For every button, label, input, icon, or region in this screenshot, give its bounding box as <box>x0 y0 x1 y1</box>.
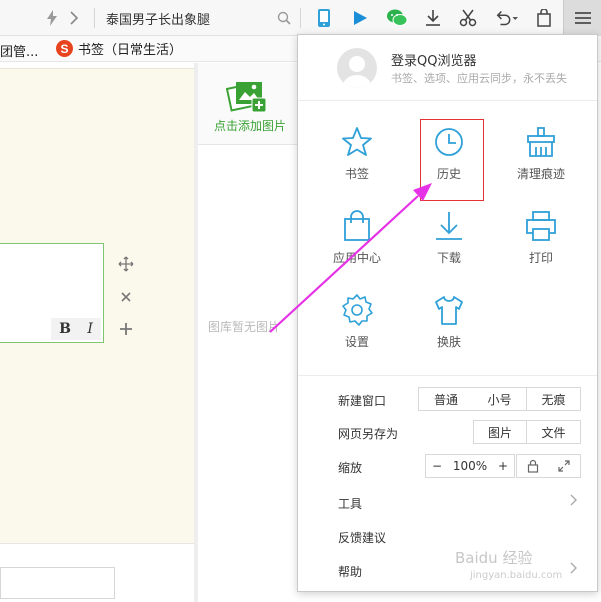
add-image-icon[interactable] <box>226 78 268 114</box>
undo-icon[interactable] <box>494 6 518 30</box>
lightning-icon[interactable] <box>40 6 64 30</box>
gear-icon <box>342 294 373 326</box>
menu-divider <box>298 375 597 376</box>
bookmark-item[interactable]: 团管... <box>0 41 38 60</box>
new-window-incognito-button[interactable]: 无痕 <box>527 387 581 411</box>
menu-item-label: 清理痕迹 <box>516 167 565 181</box>
phone-icon[interactable] <box>312 6 336 30</box>
menu-item-downloads[interactable]: 下载 <box>419 209 479 266</box>
menu-item-label: 下载 <box>436 251 461 265</box>
printer-icon <box>526 211 556 241</box>
download-icon[interactable] <box>421 6 445 30</box>
avatar[interactable] <box>337 48 377 88</box>
zoom-lock-button[interactable] <box>516 454 549 478</box>
scissors-icon[interactable] <box>456 6 480 30</box>
tools-label: 工具 <box>338 497 363 511</box>
italic-button[interactable]: I <box>87 321 93 337</box>
new-window-small-button[interactable]: 小号 <box>473 387 527 411</box>
add-image-label[interactable]: 点击添加图片 <box>214 117 286 134</box>
shopping-bag-icon <box>344 210 370 241</box>
save-as-row: 网页另存为 图片 文件 <box>298 419 597 447</box>
menu-item-clear-traces[interactable]: 清理痕迹 <box>511 125 571 182</box>
close-icon[interactable] <box>117 288 135 306</box>
editor-top-strip <box>0 63 194 69</box>
feedback-label: 反馈建议 <box>338 531 387 545</box>
menu-item-label: 应用中心 <box>332 251 381 265</box>
new-window-label: 新建窗口 <box>338 394 387 408</box>
address-text[interactable]: 泰国男子长出象腿 <box>106 9 210 28</box>
menu-item-skins[interactable]: 换肤 <box>419 293 479 350</box>
fullscreen-button[interactable] <box>548 454 581 478</box>
menu-icon <box>574 12 591 24</box>
zoom-label: 缩放 <box>338 461 363 475</box>
menu-item-label: 书签 <box>344 167 369 181</box>
add-icon[interactable] <box>117 320 135 338</box>
chevron-right-icon[interactable] <box>62 6 86 30</box>
text-editor-box[interactable]: B I <box>0 243 104 343</box>
toolbar-separator <box>300 8 301 28</box>
search-icon[interactable] <box>272 6 296 30</box>
chevron-right-icon <box>570 562 578 578</box>
menu-item-bookmarks[interactable]: 书签 <box>327 125 387 182</box>
download-icon <box>436 212 462 240</box>
zoom-row: 缩放 − 100% + <box>298 453 597 481</box>
broom-icon <box>527 127 555 157</box>
baidu-watermark: Baidu 经验 <box>455 549 533 567</box>
bold-button[interactable]: B <box>59 321 71 337</box>
new-window-normal-button[interactable]: 普通 <box>418 387 474 411</box>
menu-item-label: 换肤 <box>436 335 461 349</box>
login-title[interactable]: 登录QQ浏览器 <box>391 50 476 69</box>
star-icon <box>342 127 372 156</box>
login-subtitle: 书签、选项、应用云同步，永不丢失 <box>391 72 567 85</box>
menu-item-print[interactable]: 打印 <box>511 209 571 266</box>
menu-item-label: 打印 <box>528 251 553 265</box>
play-icon[interactable] <box>348 6 372 30</box>
bag-icon[interactable] <box>532 6 556 30</box>
zoom-in-button[interactable]: + <box>498 459 508 473</box>
browser-toolbar: 泰国男子长出象腿 <box>0 0 601 36</box>
sogou-icon: S <box>56 40 73 57</box>
tools-row[interactable]: 工具 <box>298 489 597 517</box>
new-window-row: 新建窗口 普通 小号 无痕 <box>298 386 597 414</box>
menu-item-settings[interactable]: 设置 <box>327 293 387 350</box>
bookmark-item-daily-life[interactable]: S 书签（日常生活） <box>56 39 182 58</box>
footer-input[interactable] <box>0 567 115 599</box>
fullscreen-icon <box>558 460 570 472</box>
wechat-icon[interactable] <box>385 6 409 30</box>
toolbar-separator <box>94 8 95 28</box>
empty-library-text: 图库暂无图片 <box>208 320 281 334</box>
history-highlight-box <box>420 119 484 201</box>
chevron-right-icon <box>570 494 578 510</box>
bookmark-label: 书签（日常生活） <box>78 43 183 58</box>
save-as-file-button[interactable]: 文件 <box>527 420 581 444</box>
browser-menu-panel: 登录QQ浏览器 书签、选项、应用云同步，永不丢失 书签 历史 清理痕迹 应用中心… <box>297 34 598 592</box>
feedback-row[interactable]: 反馈建议 <box>298 523 597 551</box>
menu-item-app-center[interactable]: 应用中心 <box>327 209 387 266</box>
save-as-image-button[interactable]: 图片 <box>473 420 527 444</box>
menu-item-label: 设置 <box>344 335 369 349</box>
format-toolbar: B I <box>51 318 101 340</box>
main-menu-button[interactable] <box>563 0 601 36</box>
tshirt-icon <box>435 296 463 325</box>
help-label: 帮助 <box>338 565 363 579</box>
lock-icon <box>527 459 538 473</box>
zoom-out-button[interactable]: − <box>432 459 442 473</box>
login-section[interactable]: 登录QQ浏览器 书签、选项、应用云同步，永不丢失 <box>298 35 597 101</box>
save-as-label: 网页另存为 <box>338 427 399 441</box>
zoom-control: − 100% + <box>425 454 515 478</box>
move-icon[interactable] <box>117 255 135 273</box>
zoom-value: 100% <box>452 459 488 473</box>
baidu-watermark-url: jingyan.baidu.com <box>470 570 563 581</box>
